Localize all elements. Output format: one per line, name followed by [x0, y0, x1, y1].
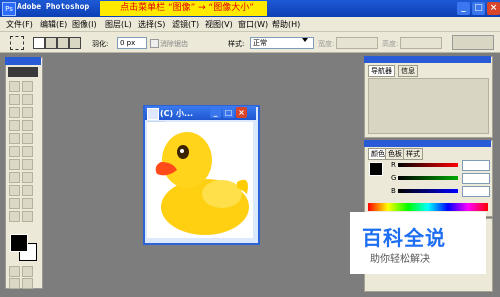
add-selection-icon[interactable] [45, 37, 57, 49]
menu-image[interactable]: 图像(I) [72, 19, 97, 30]
app-title: Adobe Photoshop [17, 2, 90, 11]
foreground-color-front [10, 234, 28, 252]
tab-swatches[interactable]: 色板 [385, 148, 405, 160]
r-value-field[interactable] [462, 160, 490, 171]
close-button[interactable]: × [487, 2, 500, 15]
b-slider[interactable] [398, 189, 458, 193]
antialias-label: 消除锯齿 [160, 40, 188, 48]
menu-help[interactable]: 帮助(H) [272, 19, 300, 30]
move-icon[interactable] [22, 81, 33, 92]
eraser-icon[interactable] [9, 146, 20, 157]
height-input[interactable] [400, 37, 442, 49]
height-label: 高度: [382, 40, 399, 48]
color-spectrum-bar[interactable] [368, 203, 488, 211]
clone-stamp-icon[interactable] [9, 133, 20, 144]
tab-info[interactable]: 信息 [398, 65, 418, 77]
new-selection-icon[interactable] [33, 37, 45, 49]
r-slider[interactable] [398, 163, 458, 167]
type-icon[interactable] [22, 172, 33, 183]
color-panel-header [364, 140, 491, 147]
document-title: (C) 小... [160, 109, 194, 118]
screen-mode-icon[interactable] [9, 278, 20, 289]
hand-icon[interactable] [9, 211, 20, 222]
palette-well[interactable] [452, 35, 494, 50]
fullscreen-mode-icon[interactable] [22, 278, 33, 289]
path-selection-icon[interactable] [9, 172, 20, 183]
hint-banner: 点击菜单栏 “图像” → “图像大小” [107, 1, 267, 16]
feather-input[interactable]: 0 px [117, 37, 147, 49]
watermark-title: 百科全说 [362, 226, 446, 250]
gradient-icon[interactable] [22, 146, 33, 157]
tab-styles[interactable]: 样式 [403, 148, 423, 160]
navigator-panel-header [364, 56, 491, 63]
blur-icon[interactable] [9, 159, 20, 170]
chevron-down-icon[interactable] [302, 38, 308, 42]
g-value-field[interactable] [462, 173, 490, 184]
document-maximize-button[interactable]: □ [223, 107, 234, 118]
antialias-checkbox[interactable] [150, 39, 159, 48]
color-foreground-swatch[interactable] [369, 162, 383, 176]
b-value-field[interactable] [462, 186, 490, 197]
healing-brush-icon[interactable] [9, 120, 20, 131]
menu-layer[interactable]: 图层(L) [105, 19, 132, 30]
menu-file[interactable]: 文件(F) [6, 19, 33, 30]
document-close-button[interactable]: × [236, 107, 247, 118]
eyedropper-icon[interactable] [22, 198, 33, 209]
adobe-online-icon[interactable] [8, 67, 38, 77]
menu-select[interactable]: 选择(S) [138, 19, 165, 30]
pen-icon[interactable] [9, 185, 20, 196]
width-input[interactable] [336, 37, 378, 49]
slice-icon[interactable] [22, 107, 33, 118]
intersect-selection-icon[interactable] [69, 37, 81, 49]
notes-icon[interactable] [9, 198, 20, 209]
magic-wand-icon[interactable] [22, 94, 33, 105]
shape-icon[interactable] [22, 185, 33, 196]
brush-icon[interactable] [22, 120, 33, 131]
navigator-preview[interactable] [368, 78, 489, 134]
style-label: 样式: [228, 40, 245, 48]
feather-label: 羽化: [92, 40, 109, 48]
lasso-icon[interactable] [9, 94, 20, 105]
width-label: 宽度: [318, 40, 335, 48]
menu-filter[interactable]: 滤镜(T) [172, 19, 199, 30]
menu-edit[interactable]: 编辑(E) [40, 19, 67, 30]
rubber-duck-image [155, 132, 249, 235]
hint-marker [100, 1, 107, 16]
g-label: G [391, 174, 397, 182]
document-minimize-button[interactable]: _ [210, 107, 221, 118]
r-label: R [391, 161, 396, 169]
menu-view[interactable]: 视图(V) [205, 19, 233, 30]
marquee-icon[interactable] [9, 81, 20, 92]
photoshop-app-icon: Ps [2, 2, 16, 16]
subtract-selection-icon[interactable] [57, 37, 69, 49]
b-label: B [391, 187, 396, 195]
toolbox-header [5, 57, 41, 65]
menu-window[interactable]: 窗口(W) [238, 19, 268, 30]
crop-icon[interactable] [9, 107, 20, 118]
watermark-subtitle: 助你轻松解决 [370, 254, 430, 265]
g-slider[interactable] [398, 176, 458, 180]
maximize-button[interactable]: □ [472, 2, 485, 15]
document-icon [147, 108, 159, 120]
standard-mode-icon[interactable] [9, 266, 20, 277]
quick-mask-icon[interactable] [22, 266, 33, 277]
zoom-icon[interactable] [22, 211, 33, 222]
minimize-button[interactable]: _ [457, 2, 470, 15]
history-brush-icon[interactable] [22, 133, 33, 144]
marquee-tool-icon[interactable] [10, 36, 24, 50]
dodge-icon[interactable] [22, 159, 33, 170]
tab-navigator[interactable]: 导航器 [368, 65, 395, 77]
